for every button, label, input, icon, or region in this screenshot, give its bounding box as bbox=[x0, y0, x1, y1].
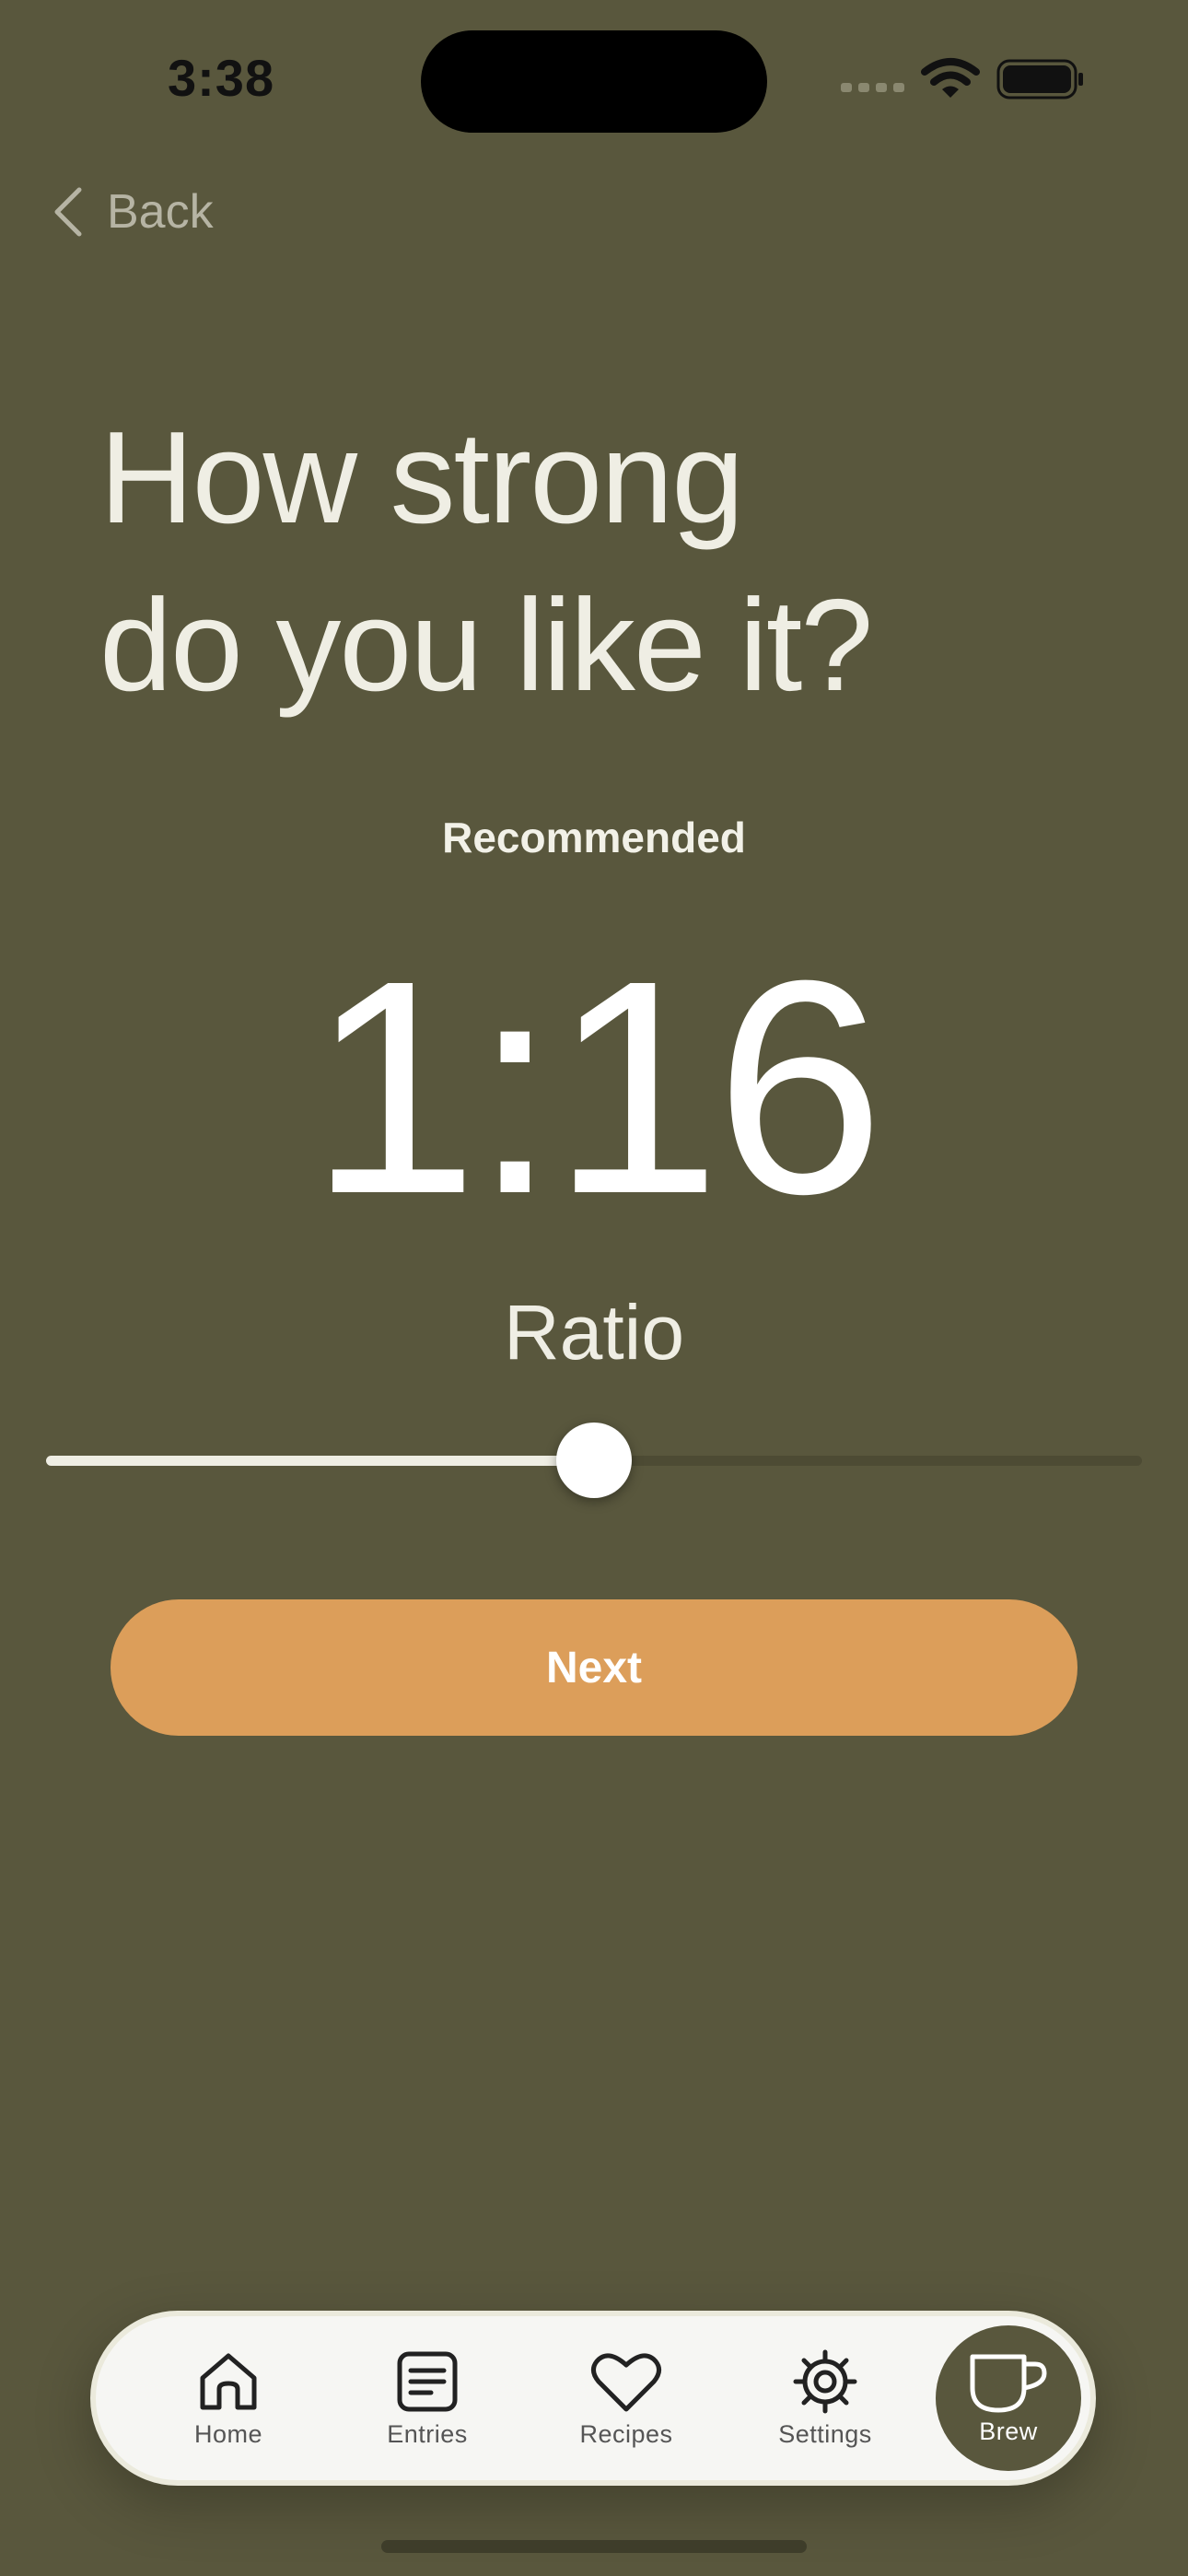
page-title: How strong do you like it? bbox=[99, 394, 1112, 730]
tab-brew[interactable]: Brew bbox=[936, 2325, 1081, 2471]
wifi-icon bbox=[921, 58, 980, 98]
tab-recipes[interactable]: Recipes bbox=[534, 2316, 718, 2480]
chevron-left-icon bbox=[54, 187, 82, 237]
recommended-label: Recommended bbox=[442, 814, 746, 861]
ratio-value: 1:16 bbox=[309, 917, 884, 1257]
tab-settings[interactable]: Settings bbox=[733, 2316, 917, 2480]
dynamic-island bbox=[421, 30, 767, 133]
tab-home-label: Home bbox=[193, 2419, 263, 2448]
back-label: Back bbox=[107, 185, 214, 239]
tab-entries[interactable]: Entries bbox=[335, 2316, 519, 2480]
tab-settings-label: Settings bbox=[778, 2419, 872, 2448]
slider-fill bbox=[46, 1456, 594, 1466]
tab-recipes-label: Recipes bbox=[579, 2419, 673, 2448]
status-bar: 3:38 bbox=[0, 0, 1188, 157]
heart-icon bbox=[591, 2353, 661, 2411]
home-indicator bbox=[381, 2540, 807, 2553]
title-line-1: How strong bbox=[99, 404, 744, 551]
cup-icon bbox=[970, 2354, 1047, 2412]
entries-icon bbox=[397, 2351, 458, 2411]
gear-icon bbox=[793, 2349, 857, 2413]
next-button[interactable]: Next bbox=[111, 1599, 1077, 1736]
tab-bar: Home Entries Recipes Settings Brew bbox=[90, 2311, 1096, 2486]
home-icon bbox=[200, 2353, 257, 2409]
signal-icon bbox=[841, 83, 904, 92]
status-time: 3:38 bbox=[168, 49, 275, 107]
tab-home[interactable]: Home bbox=[136, 2316, 320, 2480]
ratio-label: Ratio bbox=[503, 1289, 685, 1376]
tab-brew-label: Brew bbox=[979, 2417, 1038, 2445]
back-button[interactable]: Back bbox=[52, 180, 214, 244]
title-line-2: do you like it? bbox=[99, 572, 873, 719]
slider-thumb[interactable] bbox=[556, 1423, 632, 1498]
tab-entries-label: Entries bbox=[387, 2419, 468, 2448]
battery-icon bbox=[996, 59, 1083, 100]
ratio-slider[interactable] bbox=[46, 1423, 1142, 1498]
